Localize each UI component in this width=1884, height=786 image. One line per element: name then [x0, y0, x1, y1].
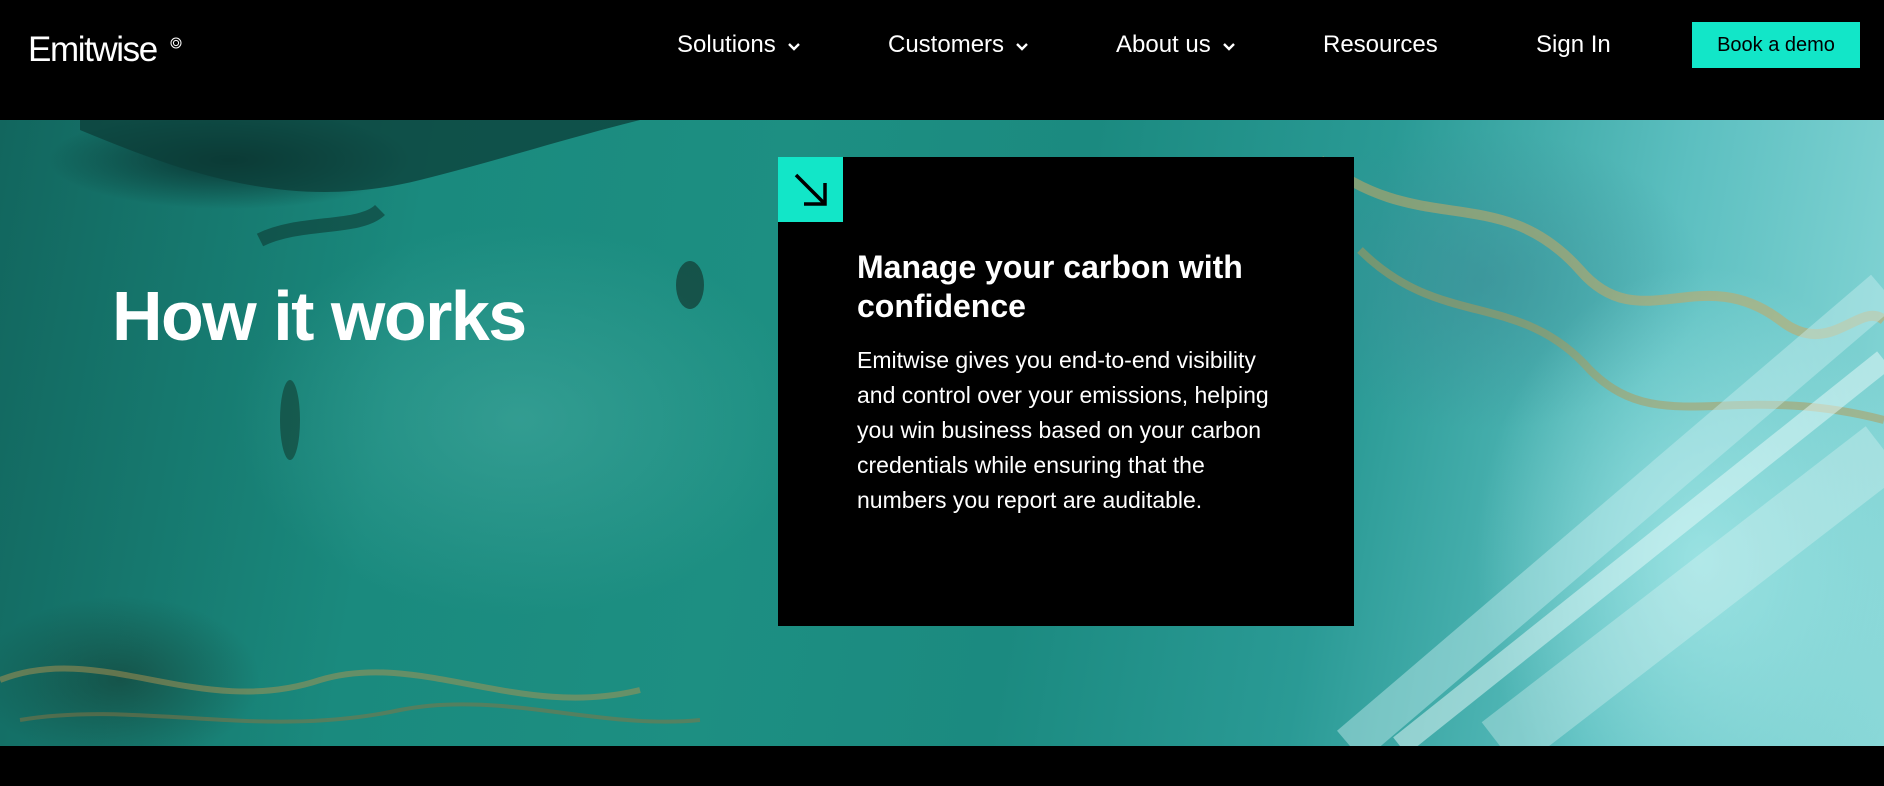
top-navbar: Emitwise Solutions Customers About us Re…	[0, 0, 1884, 120]
emitwise-logo[interactable]: Emitwise	[28, 28, 158, 72]
page-bottom-band	[0, 746, 1884, 786]
card-heading: Manage your carbon with confidence	[857, 249, 1243, 324]
book-demo-button[interactable]: Book a demo	[1692, 22, 1860, 68]
nav-customers[interactable]: Customers	[888, 30, 1030, 60]
nav-about-us-label: About us	[1116, 31, 1211, 58]
nav-solutions[interactable]: Solutions	[677, 30, 802, 60]
nav-resources-label: Resources	[1323, 31, 1438, 58]
nav-resources[interactable]: Resources	[1323, 30, 1438, 60]
nav-solutions-label: Solutions	[677, 31, 776, 58]
nav-about-us[interactable]: About us	[1116, 30, 1237, 60]
logo-mark-icon	[170, 37, 182, 49]
chevron-down-icon	[786, 41, 802, 51]
arrow-down-right-icon	[778, 157, 843, 222]
chevron-down-icon	[1014, 41, 1030, 51]
sign-in-link[interactable]: Sign In	[1536, 30, 1611, 60]
chevron-down-icon	[1221, 41, 1237, 51]
nav-customers-label: Customers	[888, 31, 1005, 58]
hero-title: How it works	[112, 277, 527, 355]
card-body-text: Emitwise gives you end-to-end visibility…	[857, 347, 1269, 513]
